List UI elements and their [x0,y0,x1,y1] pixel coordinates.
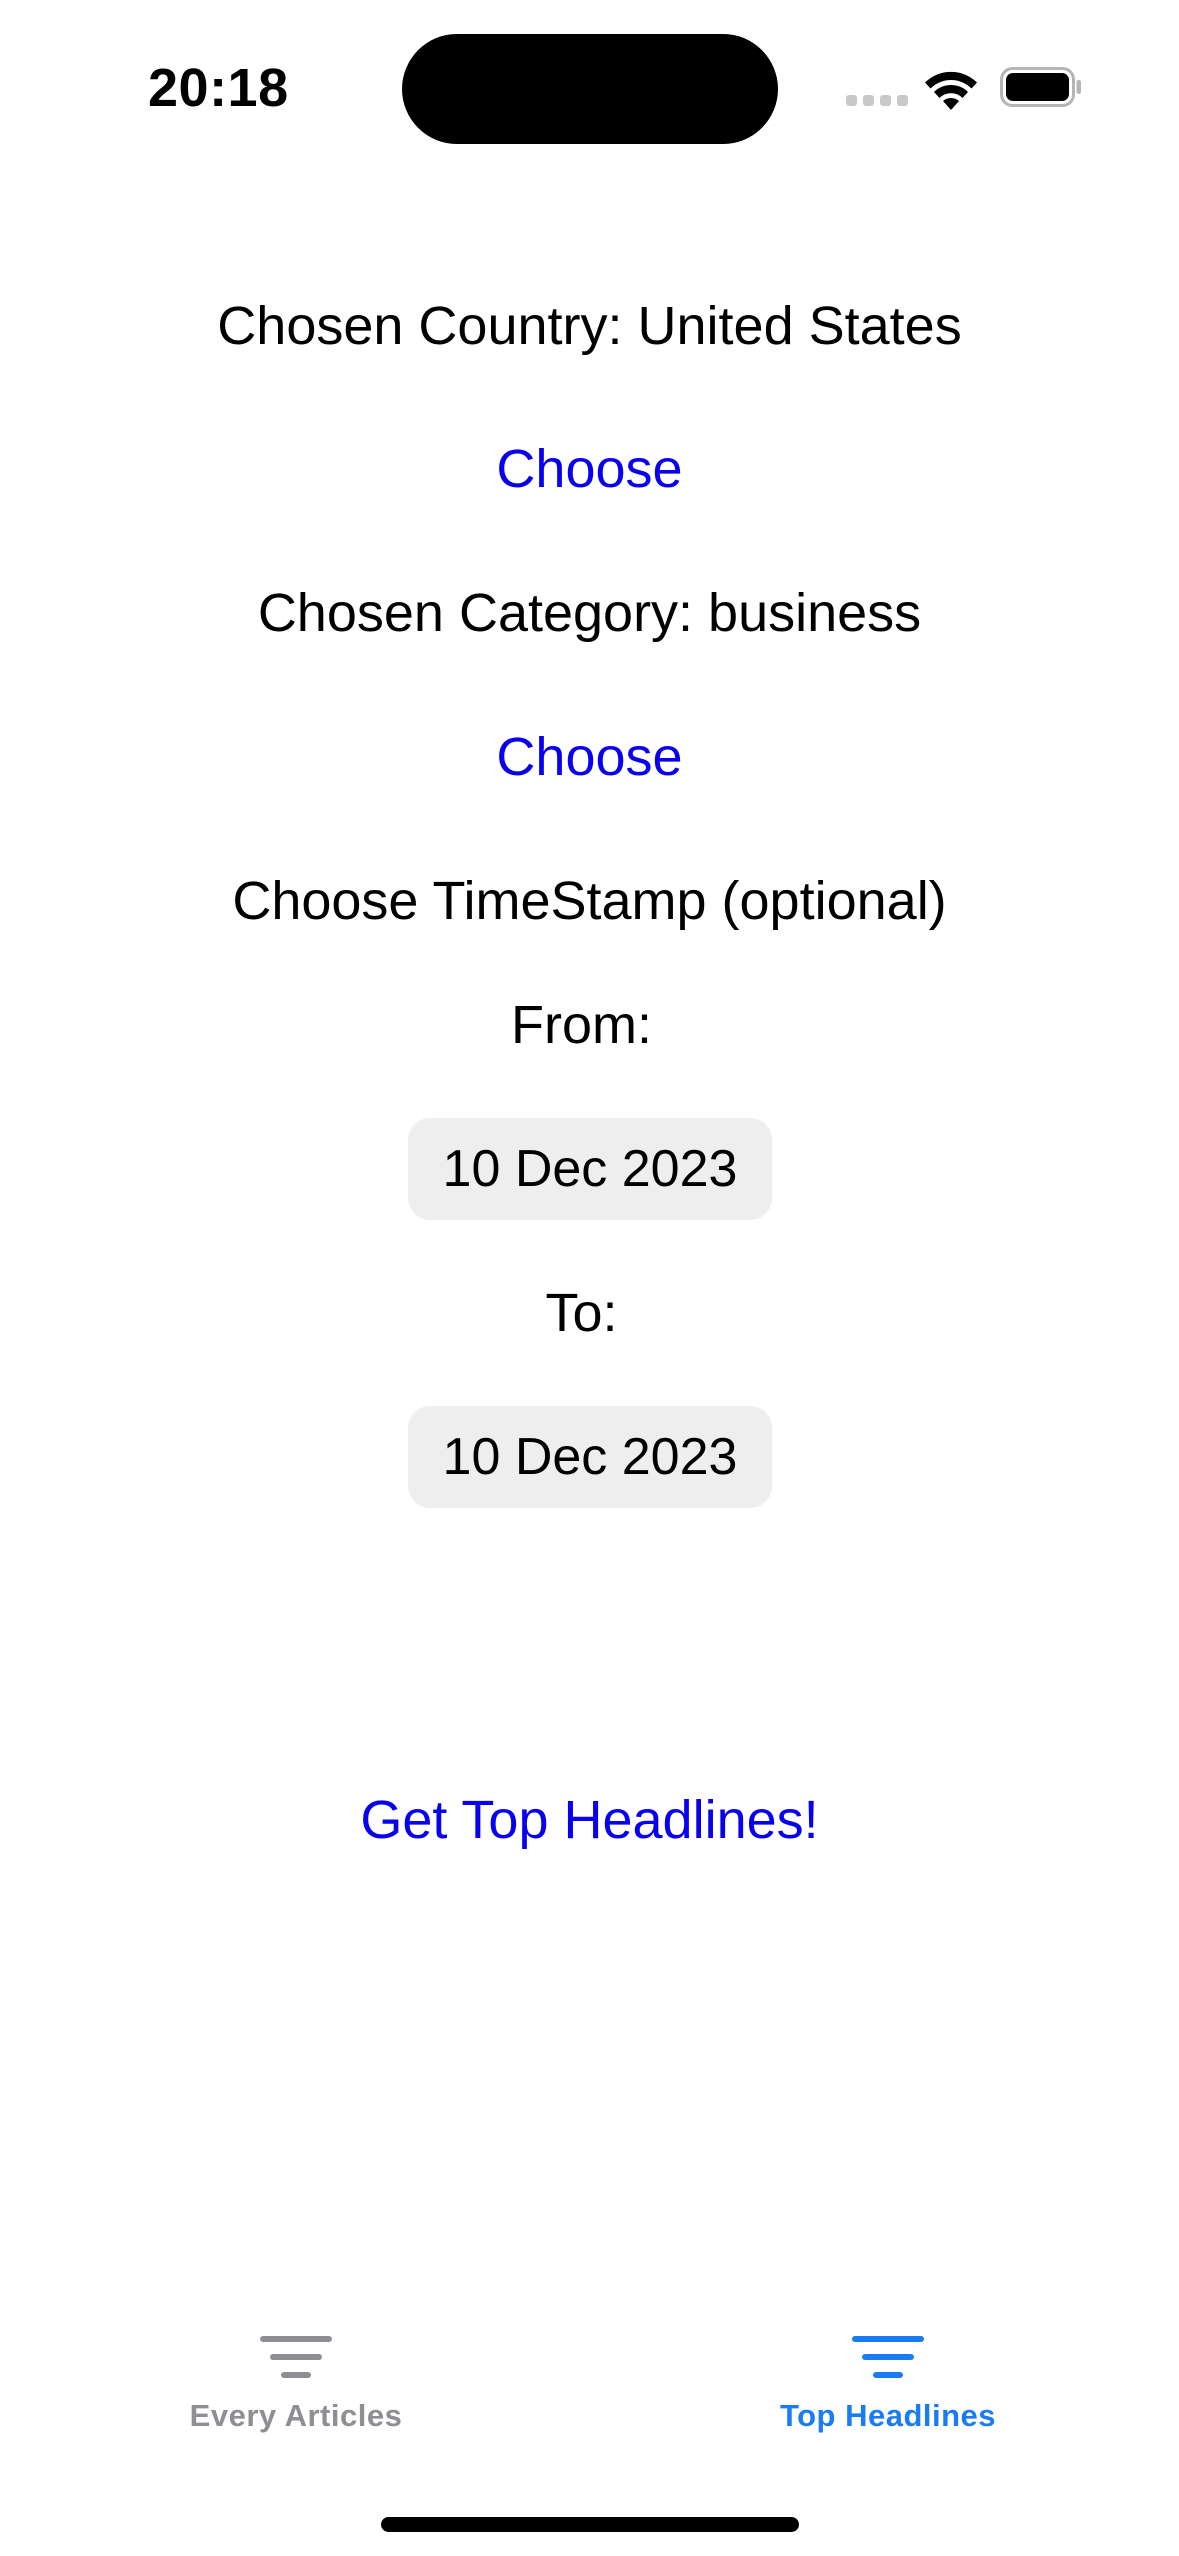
to-date-picker[interactable]: 10 Dec 2023 [408,1406,772,1508]
from-date-picker[interactable]: 10 Dec 2023 [408,1118,772,1220]
tab-label: Every Articles [189,2398,403,2433]
status-time: 20:18 [148,58,289,118]
choose-country-button[interactable]: Choose [0,437,1179,501]
get-top-headlines-button[interactable]: Get Top Headlines! [0,1788,1179,1852]
lines-icon [852,2336,924,2378]
tab-label: Top Headlines [779,2398,997,2433]
lines-icon [260,2336,332,2378]
wifi-icon [925,71,977,110]
tab-top-headlines[interactable]: Top Headlines [708,2334,1068,2454]
tab-every-articles[interactable]: Every Articles [116,2334,476,2454]
chosen-category-label: Chosen Category: business [257,583,922,643]
cellular-signal-icon [846,95,908,107]
home-indicator[interactable] [381,2517,799,2532]
chosen-country-label: Chosen Country: United States [217,296,962,356]
to-label: To: [545,1283,618,1343]
dynamic-island [402,34,778,144]
choose-category-button[interactable]: Choose [0,725,1179,789]
battery-icon [1000,67,1081,107]
timestamp-label: Choose TimeStamp (optional) [232,871,947,931]
from-label: From: [511,995,652,1055]
